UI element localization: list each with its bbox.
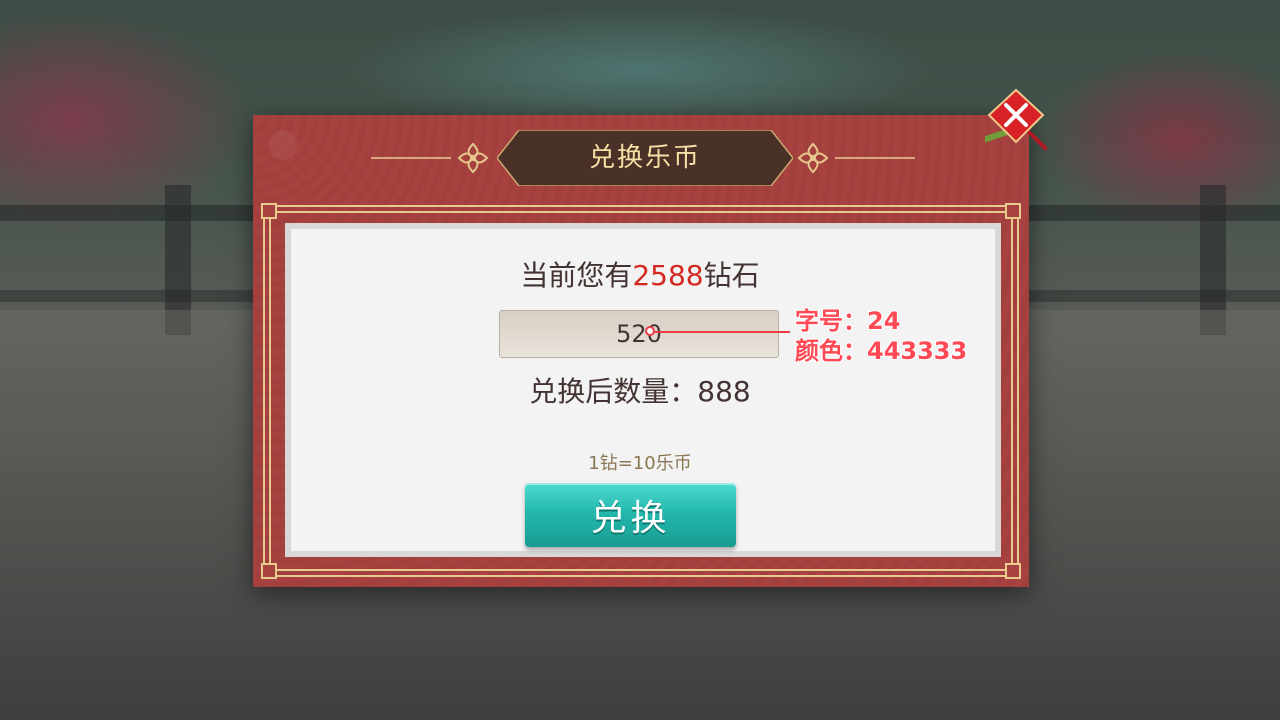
title-divider-right [835, 157, 915, 159]
dialog-title: 兑换乐币 [588, 143, 701, 173]
result-text: 兑换后数量：888 [0, 370, 1280, 410]
balance-prefix: 当前您有 [520, 259, 633, 292]
annotation-font-size: 字号：24 [795, 307, 901, 335]
close-button[interactable] [947, 88, 1049, 153]
flower-ornament-icon [797, 142, 829, 174]
flower-ornament-icon [457, 142, 489, 174]
annotation-pointer-dot [645, 326, 655, 336]
title-divider-left [371, 157, 451, 159]
annotation-color: 颜色：443333 [795, 337, 968, 365]
diamond-count: 2588 [632, 259, 704, 292]
design-annotation: 字号：24 颜色：443333 [795, 306, 967, 366]
annotation-pointer-line [650, 331, 790, 333]
balance-suffix: 钻石 [703, 259, 760, 292]
title-plaque: 兑换乐币 [497, 130, 793, 186]
result-value: 888 [697, 375, 751, 408]
exchange-amount-input[interactable] [499, 310, 779, 358]
frame-corner [261, 203, 277, 219]
result-label: 兑换后数量： [529, 375, 698, 408]
frame-corner [1005, 203, 1021, 219]
exchange-button[interactable]: 兑换 [525, 483, 736, 547]
exchange-rate-text: 1钻=10乐币 [588, 453, 692, 474]
diamond-balance-text: 当前您有2588钻石 [0, 254, 1280, 294]
frame-corner [261, 563, 277, 579]
frame-corner [1005, 563, 1021, 579]
close-x-icon [947, 88, 1049, 153]
